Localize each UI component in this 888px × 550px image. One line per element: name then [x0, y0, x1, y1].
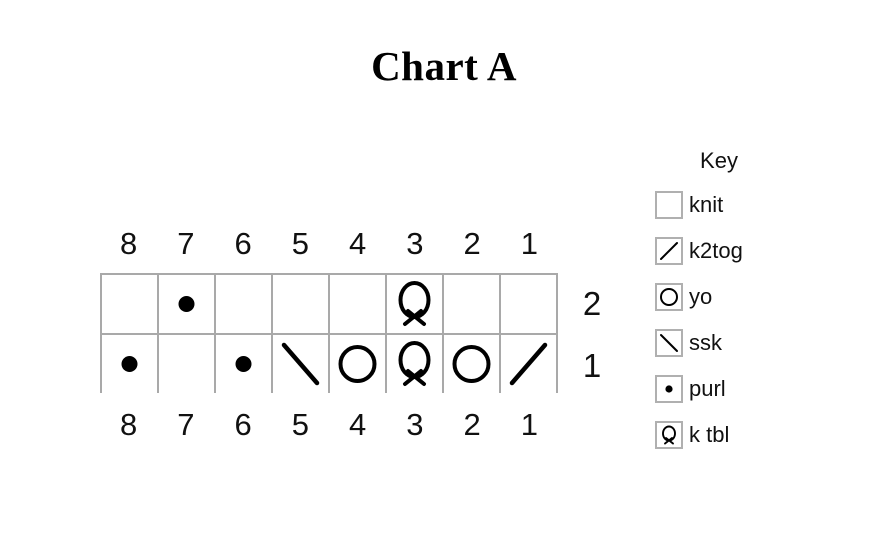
key-label-yo: yo — [689, 284, 713, 309]
purl-icon — [655, 375, 683, 403]
cell-r1-c8[interactable] — [102, 335, 159, 393]
column-number: 6 — [234, 225, 252, 261]
cell-r2-c8[interactable] — [102, 275, 159, 333]
column-number: 5 — [291, 225, 309, 261]
cell-r1-c7[interactable] — [159, 335, 216, 393]
key-heading: Key — [700, 148, 738, 173]
knit-icon — [655, 191, 683, 219]
key-legend: Key knit k2tog yo ssk purl k tbl — [655, 150, 855, 466]
key-label-purl: purl — [689, 376, 726, 401]
cell-r1-c4[interactable] — [330, 335, 387, 393]
column-number: 3 — [406, 406, 424, 442]
cell-r1-c6[interactable] — [216, 335, 273, 393]
cell-r2-c7[interactable] — [159, 275, 216, 333]
cell-r2-c4[interactable] — [330, 275, 387, 333]
cell-r2-c1[interactable] — [501, 275, 558, 333]
column-numbers-bottom: 8 7 6 5 4 3 2 1 — [100, 399, 558, 449]
key-label-ktbl: k tbl — [689, 422, 730, 447]
cell-r1-c2[interactable] — [444, 335, 501, 393]
ssk-icon — [655, 329, 683, 357]
column-number: 7 — [177, 406, 195, 442]
column-number: 8 — [120, 225, 138, 261]
chart-row-2 — [100, 273, 558, 333]
chart-row-1 — [100, 333, 558, 393]
chart-grid: 2 1 — [100, 273, 601, 393]
column-number: 8 — [120, 406, 138, 442]
cell-r2-c3[interactable] — [387, 275, 444, 333]
column-number: 6 — [234, 406, 252, 442]
stitch-chart: 8 7 6 5 4 3 2 1 2 1 8 7 6 5 4 3 2 1 — [100, 218, 601, 449]
key-item-ktbl[interactable]: k tbl — [655, 420, 855, 450]
page-title: Chart A — [371, 43, 517, 89]
key-item-yo[interactable]: yo — [655, 282, 855, 312]
cell-r2-c5[interactable] — [273, 275, 330, 333]
k2tog-icon — [655, 237, 683, 265]
column-number: 1 — [520, 406, 538, 442]
key-item-k2tog[interactable]: k2tog — [655, 236, 855, 266]
row-label-1: 1 — [582, 347, 602, 384]
key-item-knit[interactable]: knit — [655, 190, 855, 220]
cell-r2-c2[interactable] — [444, 275, 501, 333]
column-number: 2 — [463, 406, 481, 442]
yo-icon — [655, 283, 683, 311]
column-number: 2 — [463, 225, 481, 261]
column-numbers-top: 8 7 6 5 4 3 2 1 — [100, 218, 558, 268]
key-item-purl[interactable]: purl — [655, 374, 855, 404]
column-number: 4 — [349, 406, 367, 442]
key-label-k2tog: k2tog — [689, 238, 743, 263]
key-label-knit: knit — [689, 192, 724, 217]
column-number: 7 — [177, 225, 195, 261]
cell-r1-c3[interactable] — [387, 335, 444, 393]
column-number: 3 — [406, 225, 424, 261]
row-label-2: 2 — [582, 285, 602, 322]
cell-r1-c5[interactable] — [273, 335, 330, 393]
cell-r2-c6[interactable] — [216, 275, 273, 333]
column-number: 4 — [349, 225, 367, 261]
column-number: 1 — [520, 225, 538, 261]
key-label-ssk: ssk — [689, 330, 722, 355]
column-number: 5 — [291, 406, 309, 442]
key-item-ssk[interactable]: ssk — [655, 328, 855, 358]
cell-r1-c1[interactable] — [501, 335, 558, 393]
ktbl-icon — [655, 421, 683, 449]
